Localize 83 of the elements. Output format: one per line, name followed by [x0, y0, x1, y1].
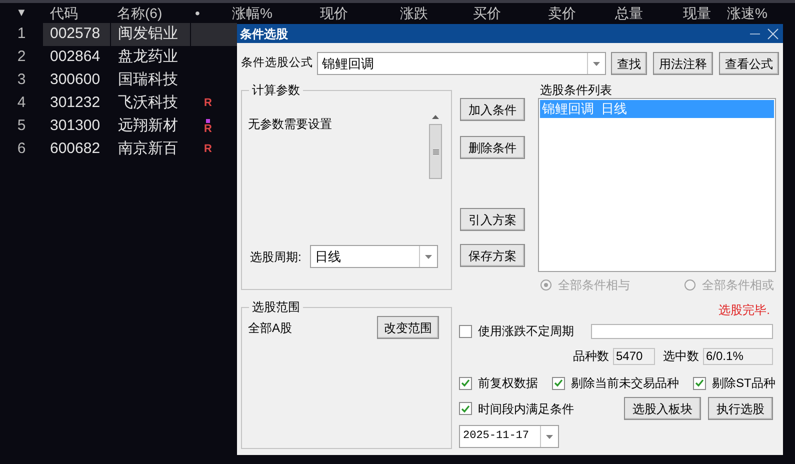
column-header[interactable]: 名称(6): [117, 2, 162, 24]
button[interactable]: 执行选股: [708, 397, 773, 420]
table-cell[interactable]: 300600: [43, 69, 110, 92]
checkbox-label: 剔除当前未交易品种: [571, 375, 679, 392]
button[interactable]: 引入方案: [460, 208, 525, 231]
scope-value: 全部A股: [248, 320, 292, 337]
column-header[interactable]: 涨跌: [400, 2, 428, 24]
flag-label: R: [204, 98, 212, 109]
button[interactable]: 查看公式: [719, 52, 779, 75]
button[interactable]: 加入条件: [460, 98, 525, 121]
button[interactable]: 选股入板块: [624, 397, 701, 420]
table-cell[interactable]: 301300: [43, 115, 110, 138]
flag-label: R: [204, 124, 212, 134]
column-header[interactable]: 总量: [615, 2, 643, 24]
radio-label: 全部条件相或: [702, 277, 774, 294]
input-field[interactable]: [591, 324, 773, 338]
field-label: 品种数: [573, 348, 609, 365]
value-field: 5470: [613, 348, 655, 364]
period-dropdown[interactable]: 日线: [310, 245, 438, 268]
status-text: 选股完毕.: [718, 302, 770, 319]
value-field: 6/0.1%: [703, 348, 773, 364]
window-title: 条件选股: [240, 26, 288, 42]
button[interactable]: 用法注释: [653, 52, 713, 75]
check-icon: [695, 379, 704, 387]
grip-icon: [432, 148, 438, 154]
dropdown-arrow-icon: [593, 62, 600, 66]
group-title: 计算参数: [251, 82, 301, 99]
dropdown-arrow-icon: [546, 434, 553, 438]
column-header[interactable]: 卖价: [548, 2, 576, 24]
table-cell[interactable]: 飞沃科技: [110, 92, 190, 115]
checkbox-label: 使用涨跌不定周期: [478, 323, 574, 340]
column-header[interactable]: 现价: [320, 2, 348, 24]
scroll-up-icon: [432, 115, 439, 119]
row-number: 6: [17, 139, 26, 160]
dropdown-arrow-icon: [425, 254, 432, 258]
table-cell[interactable]: 301232: [43, 92, 110, 115]
info-text: 无参数需要设置: [248, 116, 333, 133]
checkbox[interactable]: [459, 402, 472, 415]
checkbox[interactable]: [459, 376, 472, 390]
row-number: 5: [17, 116, 26, 136]
button[interactable]: 保存方案: [460, 244, 525, 267]
table-row[interactable]: 002578 闽发铝业: [43, 23, 237, 46]
checkbox[interactable]: [459, 324, 472, 338]
column-header[interactable]: 买价: [473, 2, 501, 24]
table-cell[interactable]: 600682: [43, 138, 110, 161]
date-field[interactable]: 2025-11-17: [459, 425, 559, 448]
field-label: 条件选股公式: [241, 56, 313, 71]
column-header[interactable]: •: [195, 2, 200, 24]
radio-label: 全部条件相与: [558, 277, 630, 294]
checkbox[interactable]: [693, 376, 706, 390]
check-icon: [554, 379, 563, 387]
checkbox-label: 剔除ST品种: [712, 375, 776, 392]
table-cell[interactable]: 闽发铝业: [110, 23, 190, 46]
field-label: 选中数: [663, 348, 699, 365]
checkbox[interactable]: [552, 376, 565, 390]
check-icon: [461, 404, 470, 412]
close-icon: [767, 28, 779, 40]
checkbox-label: 前复权数据: [478, 375, 538, 392]
check-icon: [461, 379, 470, 387]
list-title: 选股条件列表: [539, 82, 613, 98]
row-number: 4: [17, 93, 26, 114]
field-label: 选股周期:: [250, 248, 302, 266]
column-header[interactable]: 涨速%: [727, 2, 768, 24]
row-number: 3: [17, 70, 26, 90]
row-number: 2: [17, 47, 26, 68]
sort-indicator[interactable]: ▼: [16, 4, 27, 22]
checkbox-label: 时间段内满足条件: [478, 400, 574, 418]
column-header[interactable]: 现量: [683, 2, 711, 24]
table-cell[interactable]: 002864: [43, 46, 110, 69]
table-cell[interactable]: 远翔新材: [110, 115, 190, 138]
table-cell[interactable]: 002578: [43, 23, 110, 46]
row-number: 1: [17, 24, 26, 44]
table-cell[interactable]: 南京新百: [110, 138, 190, 161]
column-header[interactable]: 代码: [50, 2, 78, 24]
group-title: 选股范围: [251, 299, 301, 316]
button[interactable]: 改变范围: [377, 316, 439, 339]
table-cell[interactable]: 国瑞科技: [110, 69, 190, 92]
column-header[interactable]: 涨幅%: [232, 2, 272, 24]
button[interactable]: 删除条件: [460, 136, 525, 159]
button[interactable]: 查找: [611, 52, 647, 75]
table-cell[interactable]: 盘龙药业: [110, 46, 190, 69]
formula-dropdown[interactable]: 锦鲤回调: [317, 52, 606, 75]
flag-label: R: [204, 144, 212, 155]
